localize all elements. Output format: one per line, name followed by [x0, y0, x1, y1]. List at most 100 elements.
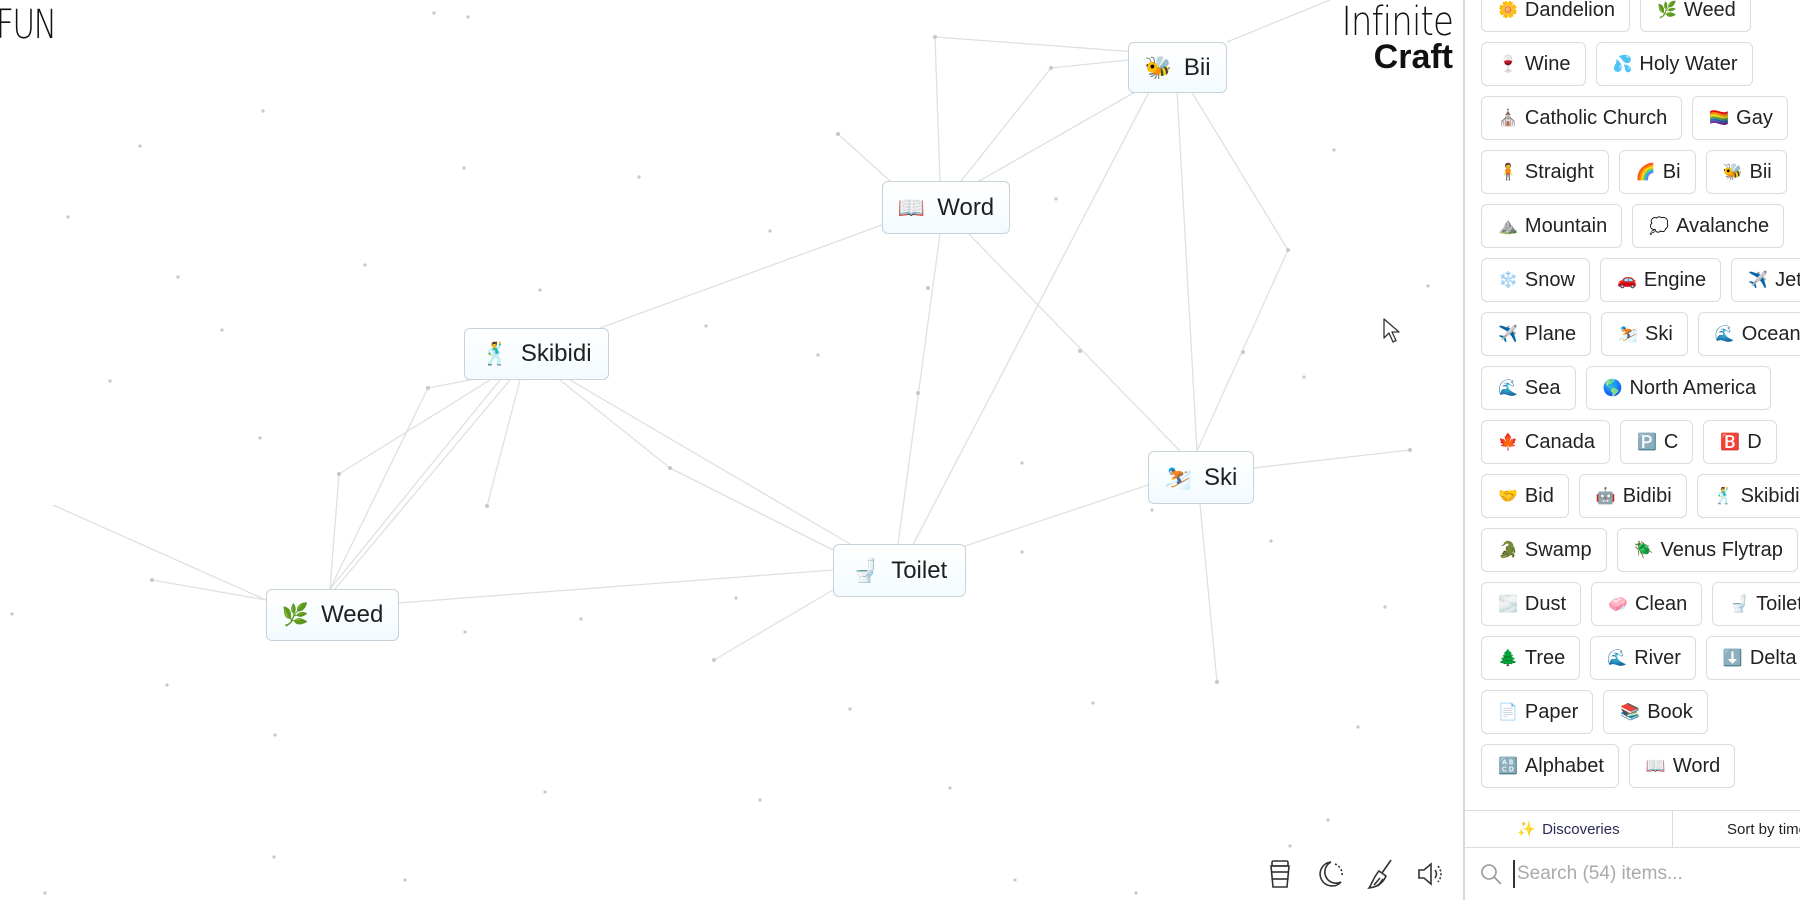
person-standing-icon: 🧍	[1498, 164, 1518, 181]
mouse-pointer-icon	[1383, 318, 1400, 343]
wave-icon: 🌊	[1607, 650, 1628, 667]
mountain-icon: ⛰️	[1498, 218, 1518, 235]
bottom-toolbar	[1265, 858, 1445, 890]
search-input[interactable]	[1513, 860, 1779, 888]
sidebar-item-label: Toilet	[1756, 592, 1800, 615]
canvas-node-bii[interactable]: 🐝 Bii	[1128, 42, 1227, 93]
sidebar-item[interactable]: ❄️ Snow	[1481, 258, 1590, 302]
sidebar-item[interactable]: 🌲 Tree	[1481, 636, 1581, 680]
canvas-node-word[interactable]: 📖 Word	[882, 181, 1010, 234]
node-label: Skibidi	[520, 340, 592, 367]
sidebar-item[interactable]: 🌼 Dandelion	[1481, 0, 1630, 32]
sidebar-item[interactable]: ⛷️ Ski	[1601, 312, 1688, 356]
speaker-icon[interactable]	[1415, 858, 1445, 890]
sparkles-icon: ✨	[1517, 821, 1537, 838]
sidebar-tabs: ✨ Discoveries Sort by time	[1465, 810, 1800, 848]
logo-line-1: Infinite	[1341, 0, 1454, 45]
sidebar-item[interactable]: 💦 Holy Water	[1595, 42, 1753, 86]
search-icon	[1481, 864, 1502, 885]
sidebar-item[interactable]: 💭 Avalanche	[1632, 204, 1785, 248]
search-bar	[1465, 848, 1800, 900]
sidebar-item[interactable]: 🪲 Venus Flytrap	[1616, 528, 1798, 572]
abcd-icon: 🔠	[1498, 758, 1518, 775]
node-label: Bii	[1183, 53, 1211, 81]
sidebar-item-label: Catholic Church	[1524, 106, 1668, 129]
sidebar-item[interactable]: ✈️ Plane	[1481, 312, 1592, 356]
down-arrow-icon: ⬇️	[1722, 650, 1743, 667]
logo-line-2: Craft	[1373, 38, 1453, 76]
tab-label: Sort by time	[1727, 820, 1800, 838]
sidebar-item[interactable]: 🌫️ Dust	[1481, 582, 1582, 626]
sidebar-item[interactable]: 🌎 North America	[1585, 366, 1772, 410]
sidebar-item-label: Snow	[1524, 268, 1575, 291]
car-icon: 🚗	[1616, 272, 1637, 289]
sidebar-item[interactable]: 🅿️ C	[1619, 420, 1694, 464]
sidebar-item[interactable]: 🍷 Wine	[1481, 42, 1586, 86]
canvas-node-toilet[interactable]: 🚽 Toilet	[833, 544, 966, 597]
sidebar-item[interactable]: ⬇️ Delta	[1705, 636, 1800, 680]
canvas-node-skibidi[interactable]: 🕺 Skibidi	[464, 328, 609, 380]
open-book-icon: 📖	[1645, 758, 1666, 775]
sidebar-item-label: Paper	[1524, 700, 1579, 723]
sidebar-item[interactable]: 🤖 Bidibi	[1578, 474, 1687, 518]
coffee-cup-icon[interactable]	[1265, 858, 1295, 890]
sidebar-item-label: Sea	[1524, 376, 1561, 399]
dancing-man-icon: 🕺	[481, 341, 509, 366]
sidebar-item[interactable]: 🌊 River	[1590, 636, 1696, 680]
sidebar-item[interactable]: 📚 Book	[1603, 690, 1708, 734]
sidebar-item[interactable]: ⛰️ Mountain	[1481, 204, 1623, 248]
sidebar-item[interactable]: 🐝 Bii	[1705, 150, 1787, 194]
sidebar-item-label: Mountain	[1524, 214, 1608, 237]
item-list[interactable]: 🌼 Dandelion 🌿 Weed 🍷 Wine 💦 Holy Water ⛪ Catholic…	[1481, 0, 1800, 788]
sidebar-item-label: Weed	[1683, 0, 1736, 21]
wave-icon: 🌊	[1714, 326, 1735, 343]
toilet-icon: 🚽	[1729, 596, 1750, 613]
sidebar-item[interactable]: ⛪ Catholic Church	[1481, 96, 1683, 140]
sidebar-item[interactable]: 🏳️‍🌈 Gay	[1692, 96, 1788, 140]
sidebar-item[interactable]: 📖 Word	[1628, 744, 1736, 788]
sidebar-item[interactable]: ✈️ Jet	[1731, 258, 1800, 302]
sidebar-item-label: Delta	[1749, 646, 1797, 669]
sidebar-item-label: Skibidi	[1740, 484, 1800, 507]
sidebar-item[interactable]: 🧼 Clean	[1591, 582, 1703, 626]
tab-sort-by-time[interactable]: Sort by time	[1673, 811, 1800, 847]
sidebar-item[interactable]: 🚽 Toilet	[1712, 582, 1800, 626]
soap-icon: 🧼	[1608, 596, 1628, 613]
sidebar-item[interactable]: 📄 Paper	[1481, 690, 1594, 734]
sidebar-item[interactable]: 🌊 Ocean	[1697, 312, 1800, 356]
infinite-craft-logo: Infinite Craft	[1322, 0, 1454, 76]
canvas-node-ski[interactable]: ⛷️ Ski	[1148, 451, 1254, 504]
sidebar-item[interactable]: 🌿 Weed	[1640, 0, 1751, 32]
sidebar-item[interactable]: 🐊 Swamp	[1481, 528, 1607, 572]
toilet-icon: 🚽	[851, 557, 880, 583]
sidebar-item[interactable]: 🔠 Alphabet	[1481, 744, 1619, 788]
sidebar-item-label: D	[1747, 430, 1762, 453]
sidebar-item[interactable]: 🧍 Straight	[1481, 150, 1609, 194]
sidebar-item[interactable]: 🕺 Skibidi	[1696, 474, 1800, 518]
sidebar-item[interactable]: 🤝 Bid	[1481, 474, 1569, 518]
robot-icon: 🤖	[1595, 488, 1616, 505]
globe-americas-icon: 🌎	[1602, 380, 1623, 397]
craft-canvas[interactable]: FUN Infinite Craft 🐝 Bii 📖 Word 🕺 Skibid…	[0, 0, 1463, 900]
sidebar-item[interactable]: 🚗 Engine	[1599, 258, 1722, 302]
sidebar-item[interactable]: 🌈 Bi	[1618, 150, 1696, 194]
skier-icon: ⛷️	[1164, 464, 1193, 490]
sidebar-item-label: Venus Flytrap	[1660, 538, 1783, 561]
sidebar-item[interactable]: 🅱️ D	[1703, 420, 1777, 464]
corner-label: FUN	[0, 2, 57, 48]
wave-icon: 🌊	[1498, 380, 1518, 397]
node-label: Weed	[321, 601, 384, 628]
sidebar-item[interactable]: 🌊 Sea	[1481, 366, 1576, 410]
canvas-node-weed[interactable]: 🌿 Weed	[266, 589, 399, 641]
tab-discoveries[interactable]: ✨ Discoveries	[1465, 811, 1673, 847]
moon-icon[interactable]	[1315, 858, 1345, 890]
sidebar-item-label: Book	[1647, 700, 1693, 723]
sidebar-item-label: Alphabet	[1524, 754, 1604, 777]
fog-icon: 🌫️	[1498, 596, 1518, 613]
rainbow-icon: 🌈	[1635, 164, 1656, 181]
sidebar-item[interactable]: 🍁 Canada	[1481, 420, 1610, 464]
sidebar-item-label: Wine	[1524, 52, 1571, 75]
snowflake-icon: ❄️	[1498, 272, 1518, 289]
broom-icon[interactable]	[1365, 858, 1395, 890]
sidebar-item-label: River	[1634, 646, 1681, 669]
